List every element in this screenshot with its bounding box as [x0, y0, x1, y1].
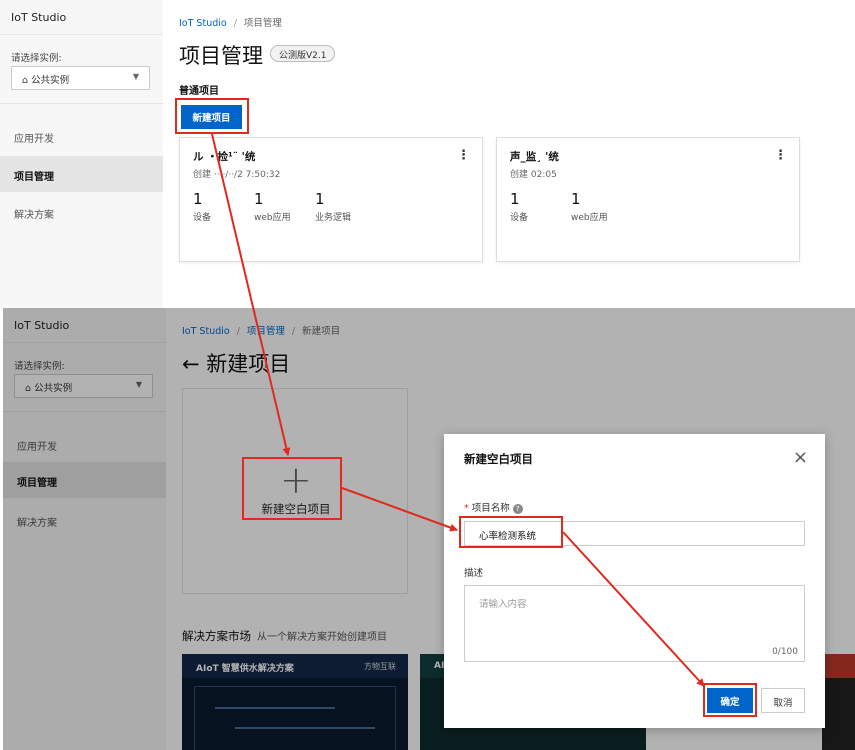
arrow-to-confirm — [562, 531, 705, 687]
arrow-to-blank-project — [211, 133, 291, 456]
arrow-to-name-input — [341, 487, 458, 532]
annotation-arrows — [211, 133, 705, 687]
